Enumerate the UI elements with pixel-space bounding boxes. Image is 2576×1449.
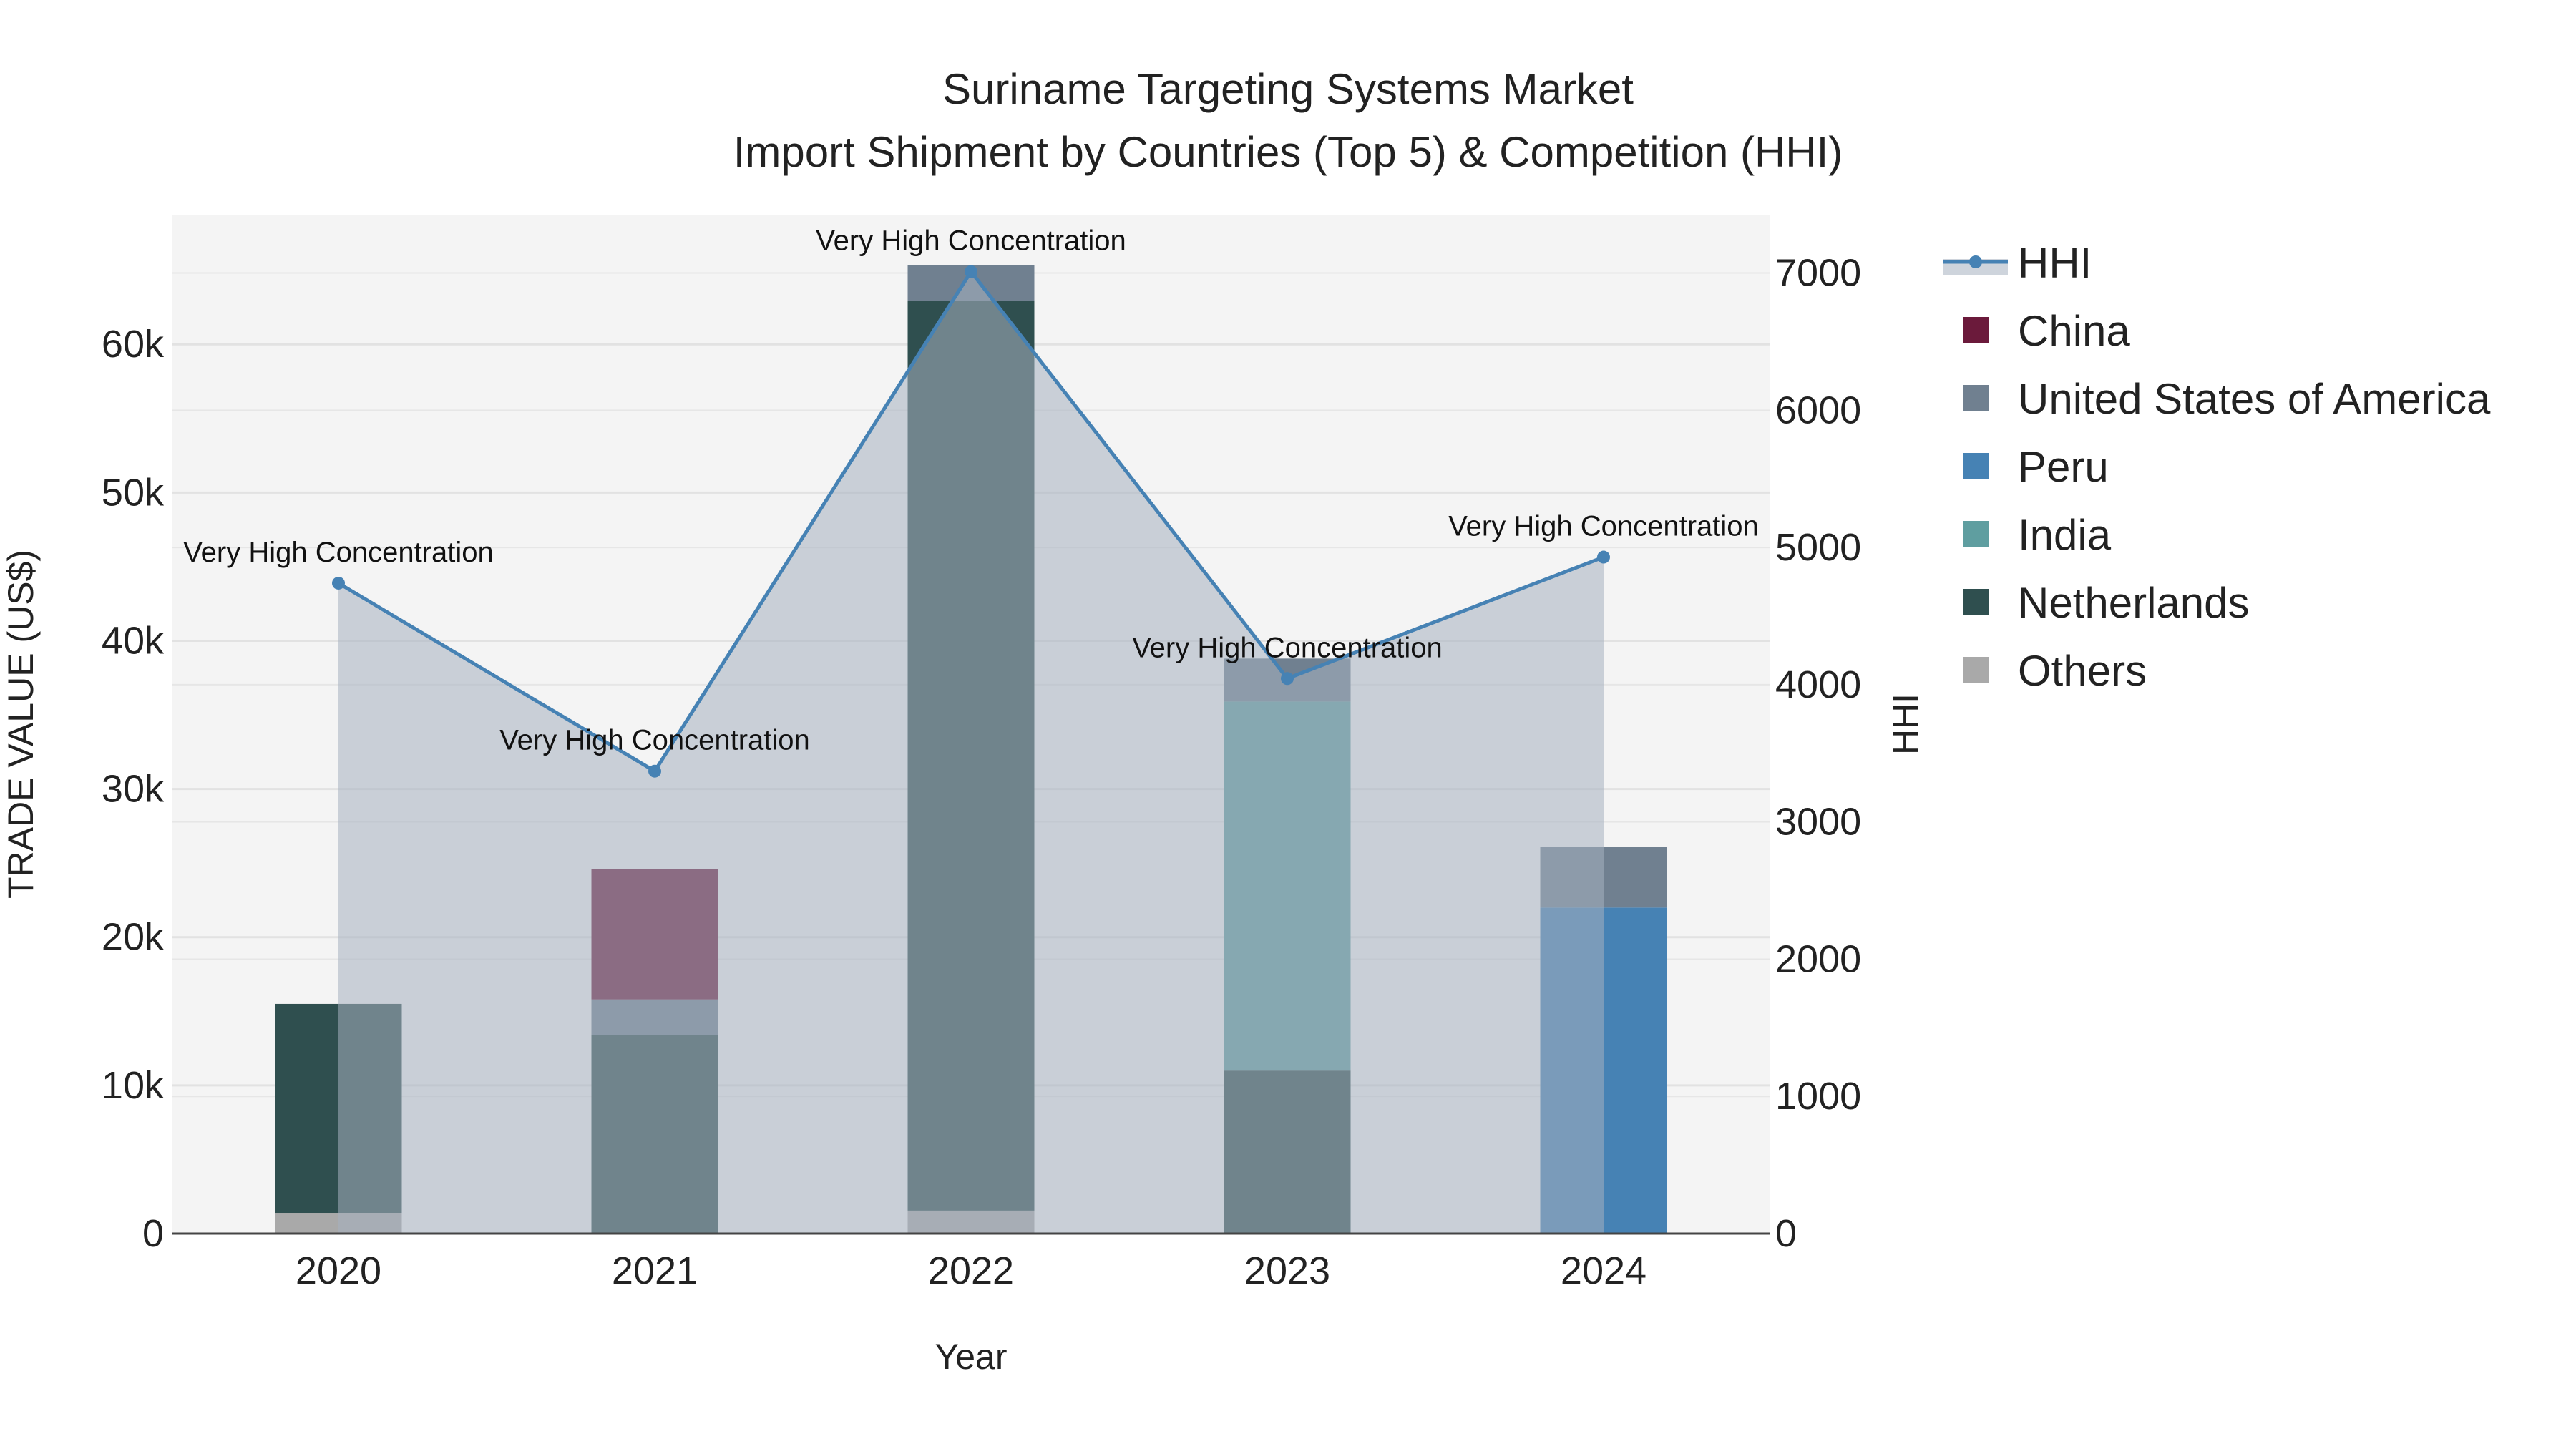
y2-tick-label: 4000 <box>1775 663 1861 706</box>
legend-swatch <box>1963 521 1989 547</box>
y2-axis-label: HHI <box>1885 693 1926 755</box>
x-tick-label: 2023 <box>1244 1249 1330 1292</box>
legend-label: Peru <box>2018 443 2109 491</box>
chart-title: Suriname Targeting Systems Market <box>942 65 1634 113</box>
x-tick-label: 2024 <box>1561 1249 1646 1292</box>
legend-swatch <box>1963 317 1989 343</box>
legend-label: China <box>2018 307 2130 355</box>
y2-tick-label: 7000 <box>1775 252 1861 295</box>
hhi-annotation: Very High Concentration <box>183 537 494 568</box>
legend-swatch <box>1963 657 1989 683</box>
y2-tick-label: 2000 <box>1775 937 1861 980</box>
x-axis-label: Year <box>935 1337 1007 1377</box>
hhi-point <box>1281 672 1294 686</box>
legend-swatch <box>1963 453 1989 479</box>
hhi-annotation: Very High Concentration <box>816 225 1126 257</box>
y2-tick-label: 6000 <box>1775 389 1861 431</box>
legend-label: Others <box>2018 647 2147 695</box>
y2-tick-label: 3000 <box>1775 801 1861 844</box>
x-tick-label: 2020 <box>296 1249 381 1292</box>
legend: HHI China United States of America Peru Indi… <box>1943 239 2491 695</box>
legend-marker-hhi <box>1969 255 1982 268</box>
legend-swatch <box>1963 589 1989 615</box>
legend-label: United States of America <box>2018 375 2491 423</box>
x-tick-label: 2021 <box>612 1249 698 1292</box>
y2-tick-label: 0 <box>1775 1212 1797 1255</box>
hhi-annotation: Very High Concentration <box>1132 632 1443 663</box>
hhi-point <box>965 265 977 278</box>
hhi-point <box>648 764 661 778</box>
y-axis-label: TRADE VALUE (US$) <box>1 550 41 899</box>
chart: Very High Concentration Very High Concent… <box>1 65 2491 1377</box>
y-tick-label: 20k <box>102 916 165 959</box>
y2-tick-label: 5000 <box>1775 526 1861 569</box>
legend-label: Netherlands <box>2018 579 2250 627</box>
y-tick-label: 0 <box>142 1212 164 1255</box>
hhi-point <box>1597 550 1610 564</box>
hhi-annotation: Very High Concentration <box>1448 511 1759 542</box>
y-tick-label: 50k <box>102 471 165 514</box>
hhi-point <box>332 576 345 590</box>
x-tick-label: 2022 <box>928 1249 1014 1292</box>
hhi-annotation: Very High Concentration <box>499 725 810 756</box>
chart-subtitle: Import Shipment by Countries (Top 5) & C… <box>733 128 1843 176</box>
y-tick-label: 10k <box>102 1064 165 1107</box>
y2-tick-label: 1000 <box>1775 1075 1861 1118</box>
y-tick-label: 40k <box>102 619 165 662</box>
legend-swatch <box>1963 385 1989 411</box>
y-tick-label: 30k <box>102 768 165 811</box>
y-tick-label: 60k <box>102 323 165 366</box>
legend-label: HHI <box>2018 239 2092 287</box>
legend-label: India <box>2018 511 2112 559</box>
